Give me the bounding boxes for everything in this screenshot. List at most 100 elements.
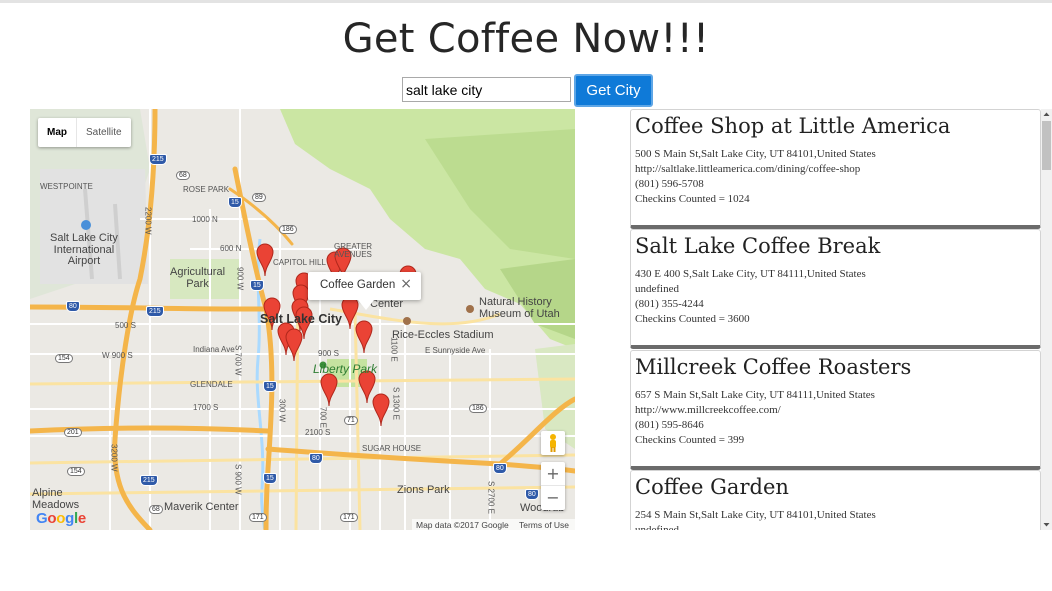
interstate-shield: 15 [228,197,242,208]
state-route-shield: 171 [249,513,267,522]
shop-address: 657 S Main St,Salt Lake City, UT 84111,U… [635,389,875,401]
coffee-results-list[interactable]: Coffee Shop at Little America 500 S Main… [630,109,1041,530]
map-label: 300 W [277,399,287,423]
map-label: 2100 S [305,428,331,437]
shop-name: Coffee Shop at Little America [635,114,951,138]
map-label: Agricultural Park [170,266,226,290]
map-label: 1100 E [389,337,399,362]
get-city-button[interactable]: Get City [574,74,653,107]
state-route-shield: 201 [64,428,82,437]
state-route-shield: 68 [149,505,163,514]
map-label: S 900 W [233,464,243,495]
interstate-shield: 80 [493,463,507,474]
interstate-shield: 15 [263,381,277,392]
map-label: Salt Lake City International Airport [50,232,118,268]
map-label: WESTPOINTE [40,182,93,191]
interstate-shield: 80 [525,489,539,500]
shop-checkins: Checkins Counted = 1024 [635,193,750,205]
interstate-shield: 215 [146,306,164,317]
scroll-down-arrow-icon[interactable] [1041,519,1052,530]
map-label: Indiana Ave [193,345,235,354]
map-label: SUGAR HOUSE [362,444,422,453]
map-label: 2200 W [143,207,153,235]
interstate-shield: 80 [309,453,323,464]
shop-name: Millcreek Coffee Roasters [635,355,912,379]
map-label: 500 S [115,321,136,330]
map-label: Rice-Eccles Stadium [392,329,494,341]
shop-address: 430 E 400 S,Salt Lake City, UT 84111,Uni… [635,268,866,280]
shop-website: undefined [635,283,679,295]
result-card[interactable]: Coffee Shop at Little America 500 S Main… [630,109,1041,229]
state-route-shield: 154 [67,467,85,476]
shop-checkins: Checkins Counted = 3600 [635,313,750,325]
info-window-title: Coffee Garden [320,279,396,291]
map-type-control: Map Satellite [38,118,131,147]
map-label: 700 E [318,407,328,428]
close-icon[interactable]: × [400,276,412,292]
zoom-in-button[interactable]: + [541,462,565,486]
interstate-shield: 80 [66,301,80,312]
map-label: GREATER AVENUES [334,242,373,260]
state-route-shield: 171 [340,513,358,522]
scroll-up-arrow-icon[interactable] [1041,109,1052,120]
state-route-shield: 154 [55,354,73,363]
us-route-shield: 89 [252,193,266,202]
map-label: Salt Lake City [260,312,342,326]
map-label: Maverik Center [164,501,239,513]
result-card[interactable]: Salt Lake Coffee Break 430 E 400 S,Salt … [630,229,1041,349]
zoom-out-button[interactable]: − [541,486,565,510]
state-route-shield: 186 [279,225,297,234]
map-label: ROSE PARK [183,185,230,194]
map-label: 3200 W [109,444,119,472]
zoom-control: + − [541,462,565,510]
map-label: S 2700 E [486,481,496,514]
result-card[interactable]: Millcreek Coffee Roasters 657 S Main St,… [630,350,1041,470]
map-data-credit: Map data ©2017 Google [416,520,509,530]
map-label: Center [370,298,404,310]
interstate-shield: 215 [140,475,158,486]
interstate-shield: 15 [263,473,277,484]
shop-phone: (801) 595-8646 [635,419,704,431]
shop-address: 254 S Main St,Salt Lake City, UT 84101,U… [635,509,876,521]
marker-info-window: Coffee Garden × [308,272,421,310]
shop-name: Salt Lake Coffee Break [635,234,881,258]
map-label: Natural History Museum of Utah [479,296,560,320]
shop-address: 500 S Main St,Salt Lake City, UT 84101,U… [635,148,876,160]
top-divider [0,0,1052,3]
google-logo[interactable]: Google [36,510,86,527]
map-label: 600 N [220,244,242,253]
terms-of-use-link[interactable]: Terms of Use [519,520,569,530]
shop-phone: (801) 355-4244 [635,298,704,310]
map-attribution: Map data ©2017 Google Terms of Use [412,519,575,530]
map-view[interactable]: Map Satellite WESTPOINTE ROSE PARK Salt … [30,109,575,530]
map-type-map-button[interactable]: Map [38,118,77,147]
map-label: Zions Park [397,484,450,496]
shop-website: http://www.millcreekcoffee.com/ [635,404,781,416]
map-label: 900 W [235,267,245,291]
map-label: 1000 N [192,215,218,224]
shop-website: http://saltlake.littleamerica.com/dining… [635,163,861,175]
map-label: S 700 W [233,345,243,376]
scrollbar-thumb[interactable] [1042,121,1051,170]
map-label: 1700 S [193,403,219,412]
interstate-shield: 15 [250,280,264,291]
street-view-pegman[interactable] [541,431,565,455]
shop-checkins: Checkins Counted = 399 [635,434,745,446]
city-search-input[interactable] [402,77,571,102]
map-label: GLENDALE [190,380,233,389]
map-label: E Sunnyside Ave [425,346,486,355]
map-label: W 900 S [102,351,133,360]
state-route-shield: 68 [176,171,190,180]
shop-phone: (801) 596-5708 [635,178,704,190]
map-label: S 1300 E [391,387,401,420]
map-label: 900 S [318,349,339,358]
map-label: CAPITOL HILL [273,258,326,267]
state-route-shield: 186 [469,404,487,413]
shop-name: Coffee Garden [635,475,789,499]
map-type-satellite-button[interactable]: Satellite [77,118,131,147]
pegman-icon [550,434,556,452]
result-card[interactable]: Coffee Garden 254 S Main St,Salt Lake Ci… [630,470,1041,530]
results-scrollbar[interactable] [1041,109,1052,530]
map-label: Alpine Meadows [32,487,80,511]
interstate-shield: 215 [149,154,167,165]
